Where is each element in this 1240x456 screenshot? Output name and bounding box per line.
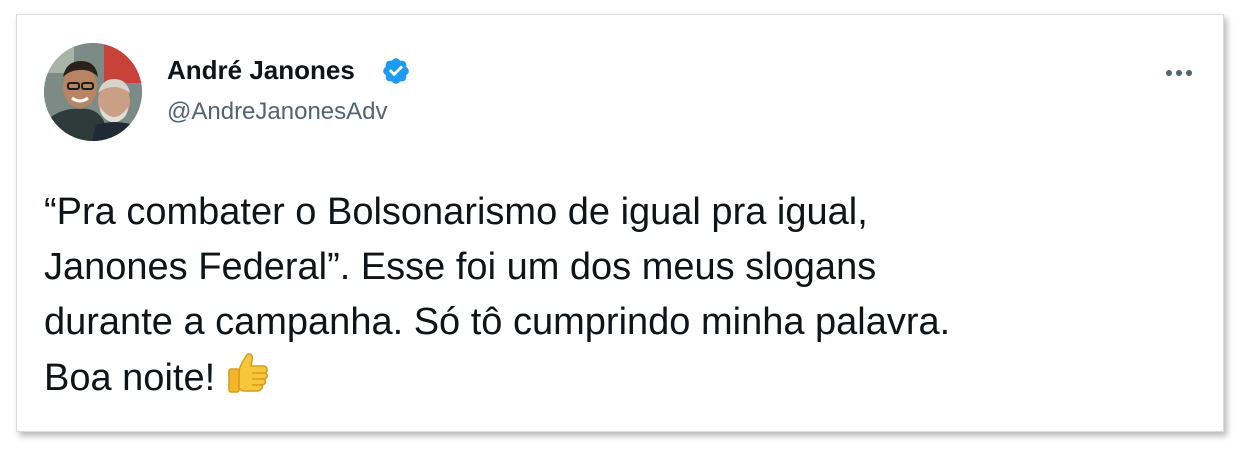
tweet-text-line-last: Boa noite! (44, 350, 1204, 406)
avatar[interactable] (44, 43, 142, 141)
tweet-text-line: durante a campanha. Só tô cumprindo minh… (44, 301, 951, 343)
author-display-name[interactable]: André Janones (167, 55, 355, 85)
verified-badge-icon (383, 58, 409, 84)
thumbs-up-icon (228, 353, 269, 393)
avatar-photo-icon (44, 43, 142, 141)
ellipsis-icon[interactable] (1161, 63, 1197, 83)
tweet-text-line: Janones Federal”. Esse foi um dos meus s… (44, 246, 877, 288)
tweet-card[interactable]: André Janones @AndreJanonesAdv “Pra comb… (16, 14, 1224, 432)
tweet-text-closing: Boa noite! (44, 357, 216, 399)
tweet-text-line: “Pra combater o Bolsonarismo de igual pr… (44, 191, 868, 233)
author-handle[interactable]: @AndreJanonesAdv (167, 97, 388, 127)
tweet-body: “Pra combater o Bolsonarismo de igual pr… (44, 185, 1204, 406)
